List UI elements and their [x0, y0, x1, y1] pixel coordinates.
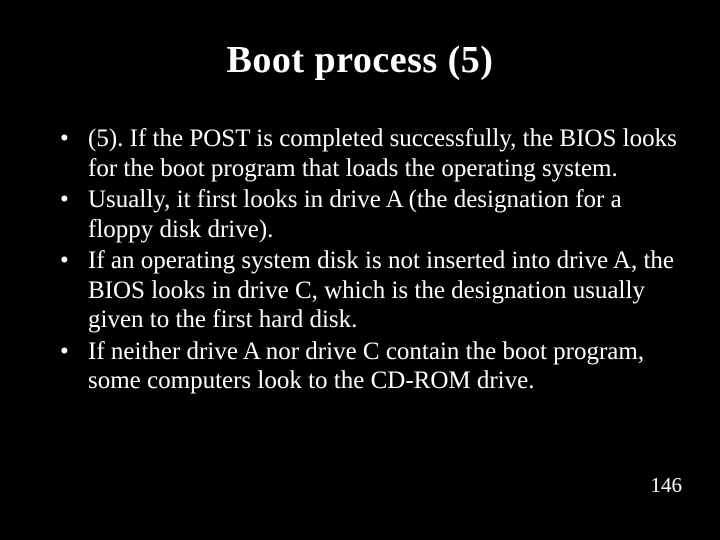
slide-body: • (5). If the POST is completed successf…: [0, 92, 720, 396]
bullet-marker: •: [60, 246, 88, 335]
list-item: • Usually, it first looks in drive A (th…: [60, 185, 680, 244]
page-number: 146: [651, 473, 683, 498]
bullet-text: If an operating system disk is not inser…: [88, 246, 680, 335]
list-item: • If an operating system disk is not ins…: [60, 246, 680, 335]
slide: Boot process (5) • (5). If the POST is c…: [0, 0, 720, 540]
bullet-text: Usually, it first looks in drive A (the …: [88, 185, 680, 244]
bullet-marker: •: [60, 185, 88, 244]
bullet-marker: •: [60, 337, 88, 396]
bullet-marker: •: [60, 124, 88, 183]
list-item: • (5). If the POST is completed successf…: [60, 124, 680, 183]
bullet-text: (5). If the POST is completed successful…: [88, 124, 680, 183]
slide-title: Boot process (5): [0, 0, 720, 92]
list-item: • If neither drive A nor drive C contain…: [60, 337, 680, 396]
bullet-text: If neither drive A nor drive C contain t…: [88, 337, 680, 396]
